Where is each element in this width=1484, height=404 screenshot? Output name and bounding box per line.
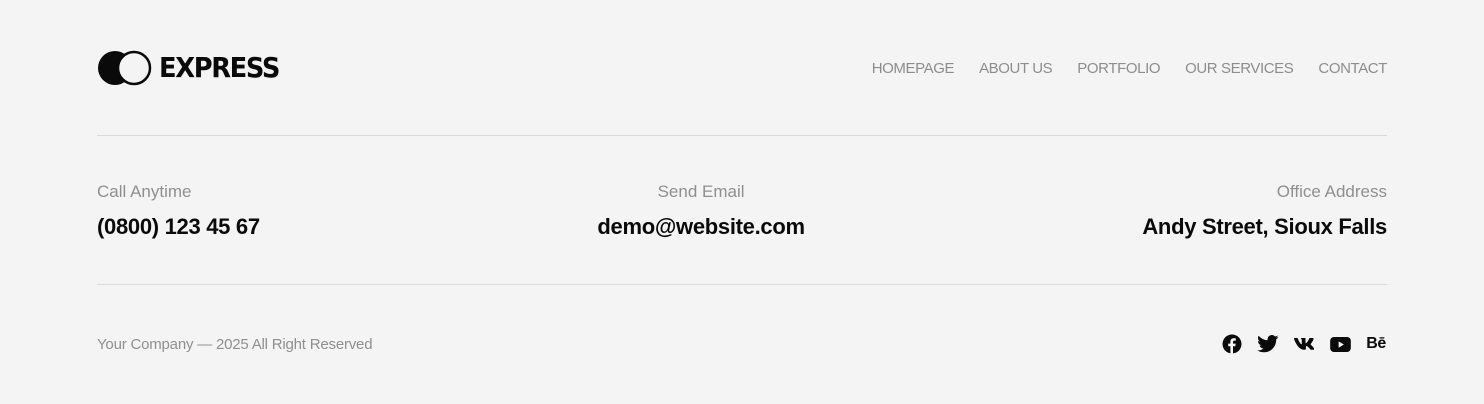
youtube-icon[interactable]	[1329, 333, 1351, 355]
vk-icon[interactable]	[1293, 333, 1315, 355]
nav-item-portfolio[interactable]: PORTFOLIO	[1077, 60, 1160, 77]
nav-item-contact[interactable]: CONTACT	[1318, 60, 1387, 77]
divider	[97, 135, 1387, 136]
logo-icon	[97, 50, 152, 86]
social-links: Bē	[1221, 333, 1387, 355]
email-link[interactable]: demo@website.com	[597, 213, 805, 241]
footer-nav: HOMEPAGE ABOUT US PORTFOLIO OUR SERVICES…	[872, 60, 1388, 77]
contact-info-row: Call Anytime (0800) 123 45 67 Send Email…	[97, 180, 1387, 241]
footer-top-row: EXPRESS HOMEPAGE ABOUT US PORTFOLIO OUR …	[97, 44, 1387, 92]
twitter-icon[interactable]	[1257, 333, 1279, 355]
nav-item-homepage[interactable]: HOMEPAGE	[872, 60, 955, 77]
footer-bottom-row: Your Company — 2025 All Right Reserved B…	[97, 330, 1387, 358]
divider	[97, 284, 1387, 285]
logo-link[interactable]: EXPRESS	[97, 50, 290, 86]
contact-address: Office Address Andy Street, Sioux Falls	[1142, 180, 1387, 241]
nav-item-our-services[interactable]: OUR SERVICES	[1185, 60, 1294, 77]
behance-icon[interactable]: Bē	[1365, 333, 1387, 355]
contact-phone: Call Anytime (0800) 123 45 67	[97, 180, 260, 241]
copyright-text: Your Company — 2025 All Right Reserved	[97, 335, 373, 353]
contact-email: Send Email demo@website.com	[597, 180, 805, 241]
address-label: Office Address	[1276, 182, 1387, 201]
email-label: Send Email	[657, 182, 745, 201]
nav-item-about-us[interactable]: ABOUT US	[979, 60, 1053, 77]
phone-label: Call Anytime	[97, 182, 192, 201]
phone-link[interactable]: (0800) 123 45 67	[97, 213, 260, 241]
logo-text: EXPRESS	[159, 51, 280, 84]
behance-label: Bē	[1366, 335, 1386, 352]
facebook-icon[interactable]	[1221, 333, 1243, 355]
site-footer: EXPRESS HOMEPAGE ABOUT US PORTFOLIO OUR …	[0, 0, 1484, 404]
address-value: Andy Street, Sioux Falls	[1142, 214, 1387, 239]
